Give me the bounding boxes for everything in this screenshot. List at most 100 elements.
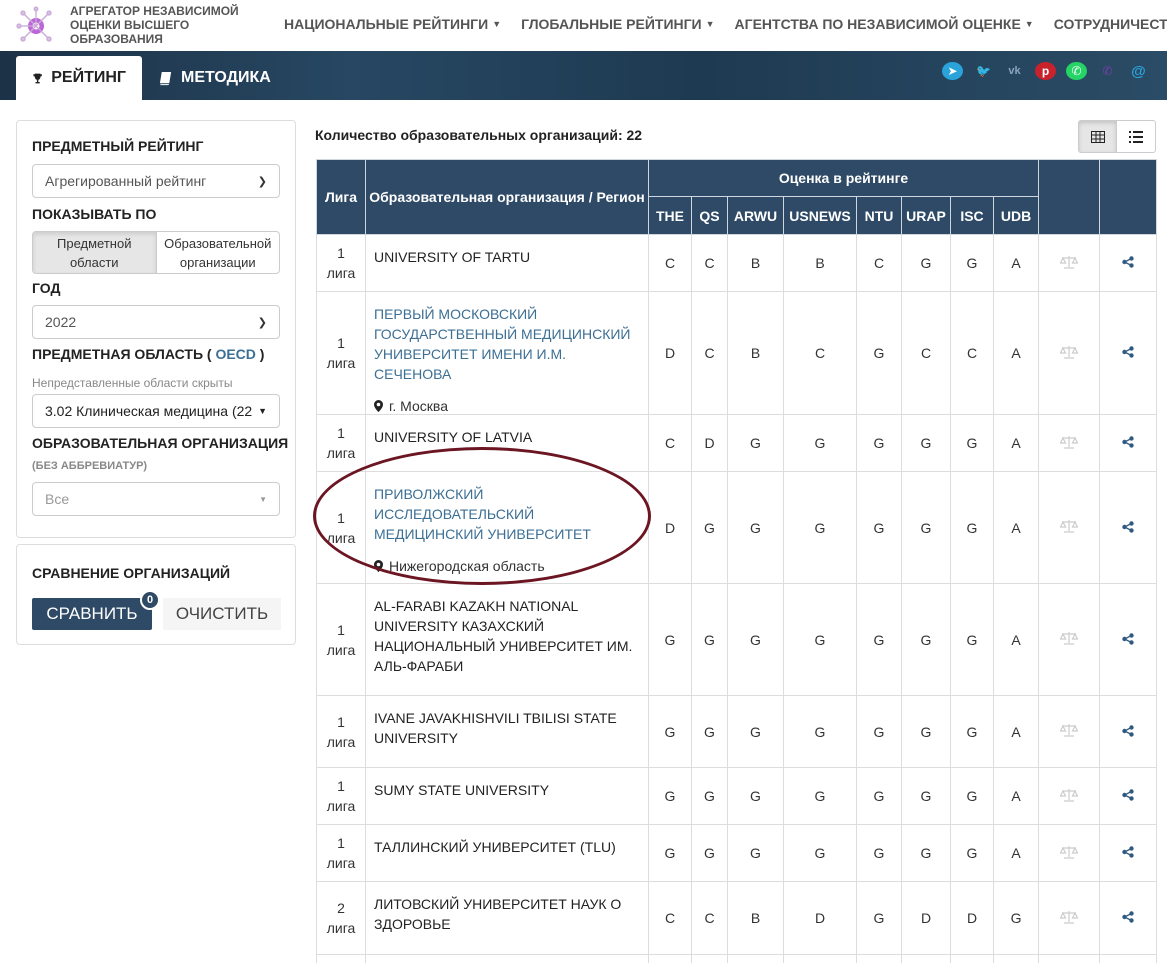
score-ntu: G — [856, 767, 902, 825]
balance-scale-icon[interactable] — [1059, 519, 1079, 533]
score-udb: A — [992, 695, 1040, 768]
balance-scale-icon[interactable] — [1059, 435, 1079, 449]
site-title[interactable]: Агрегатор независимой оценки высшего обр… — [70, 4, 250, 46]
score-isc: G — [950, 695, 994, 768]
share-cell[interactable] — [1099, 954, 1158, 963]
tab-rating[interactable]: РЕЙТИНГ — [16, 56, 142, 100]
compare-cell[interactable] — [1038, 767, 1101, 825]
region: Нижегородская область — [374, 558, 640, 574]
whatsapp-icon[interactable]: ✆ — [1066, 62, 1087, 80]
share-cell[interactable] — [1099, 583, 1158, 696]
share-icon[interactable] — [1122, 520, 1134, 533]
score-the: G — [648, 824, 692, 882]
pinterest-icon[interactable]: p — [1035, 62, 1056, 80]
header-urap[interactable]: URAP — [901, 196, 951, 235]
score-qs — [691, 954, 728, 963]
balance-scale-icon[interactable] — [1059, 910, 1079, 924]
share-icon[interactable] — [1122, 724, 1134, 737]
share-icon[interactable] — [1122, 256, 1134, 268]
score-usnews: C — [783, 291, 857, 415]
balance-scale-icon[interactable] — [1059, 723, 1079, 737]
share-cell[interactable] — [1099, 234, 1158, 292]
score-the: C — [648, 234, 692, 292]
share-icon[interactable] — [1122, 846, 1134, 858]
share-cell[interactable] — [1099, 471, 1158, 584]
organization-select[interactable]: Все ▼ — [32, 482, 280, 516]
compare-button[interactable]: СРАВНИТЬ — [32, 598, 152, 630]
logo-icon[interactable] — [14, 6, 54, 46]
compare-cell[interactable] — [1038, 881, 1101, 955]
subject-area-select[interactable]: 3.02 Клиническая медицина (22 ▼ — [32, 394, 280, 428]
show-by-subject-button[interactable]: Предметной области — [33, 232, 157, 273]
header-score: Оценка в рейтинге — [647, 159, 1040, 197]
header-isc[interactable]: ISC — [950, 196, 994, 235]
table-view-button[interactable] — [1078, 120, 1117, 153]
compare-cell[interactable] — [1038, 583, 1101, 696]
share-icon[interactable] — [1122, 346, 1134, 358]
clear-button[interactable]: ОЧИСТИТЬ — [163, 598, 281, 630]
balance-scale-icon[interactable] — [1059, 788, 1079, 802]
organization-name[interactable]: ПЕРВЫЙ МОСКОВСКИЙ ГОСУДАРСТВЕННЫЙ МЕДИЦИ… — [374, 304, 640, 384]
viber-icon[interactable]: ✆ — [1097, 62, 1118, 80]
organization-cell[interactable]: ПРИВОЛЖСКИЙ ИССЛЕДОВАТЕЛЬСКИЙ МЕДИЦИНСКИ… — [365, 471, 649, 584]
rating-table: Лига Образовательная организация / Регио… — [316, 159, 1158, 963]
nav-national-ratings[interactable]: НАЦИОНАЛЬНЫЕ РЕЙТИНГИ ▼ — [284, 16, 501, 32]
year-value: 2022 — [45, 314, 77, 330]
share-icon[interactable] — [1122, 436, 1134, 448]
header-udb[interactable]: UDB — [992, 196, 1040, 235]
compare-cell[interactable] — [1038, 291, 1101, 415]
score-udb: A — [992, 824, 1040, 882]
year-select[interactable]: 2022 ❯ — [32, 305, 280, 339]
score-udb: A — [992, 291, 1040, 415]
share-icon[interactable] — [1122, 911, 1134, 923]
compare-cell[interactable] — [1038, 234, 1101, 292]
show-by-organization-button[interactable]: Образовательной организации — [157, 232, 280, 273]
balance-scale-icon[interactable] — [1059, 345, 1079, 359]
score-the: C — [648, 881, 692, 955]
compare-cell[interactable] — [1038, 695, 1101, 768]
social-links: ➤ 🐦 vk p ✆ ✆ @ — [942, 62, 1149, 80]
share-cell[interactable] — [1099, 767, 1158, 825]
nav-global-ratings[interactable]: ГЛОБАЛЬНЫЕ РЕЙТИНГИ ▼ — [521, 16, 714, 32]
organization-cell[interactable]: МОСКОВСКИЙ ГОСУДАРСТВЕННЫЙ — [365, 954, 649, 963]
header-the[interactable]: THE — [648, 196, 692, 235]
email-icon[interactable]: @ — [1128, 62, 1149, 80]
share-cell[interactable] — [1099, 881, 1158, 955]
header-usnews[interactable]: USNEWS — [783, 196, 857, 235]
vk-icon[interactable]: vk — [1004, 62, 1025, 80]
header-qs[interactable]: QS — [691, 196, 728, 235]
compare-cell[interactable] — [1038, 414, 1101, 472]
score-arwu: B — [727, 234, 784, 292]
organization-cell[interactable]: ПЕРВЫЙ МОСКОВСКИЙ ГОСУДАРСТВЕННЫЙ МЕДИЦИ… — [365, 291, 649, 415]
nav-agencies[interactable]: АГЕНТСТВА ПО НЕЗАВИСИМОЙ ОЦЕНКЕ ▼ — [735, 16, 1034, 32]
show-by-label: ПОКАЗЫВАТЬ ПО — [32, 206, 157, 222]
banner: РЕЙТИНГ МЕТОДИКА ➤ 🐦 vk p ✆ ✆ @ — [0, 51, 1167, 100]
balance-scale-icon[interactable] — [1059, 255, 1079, 269]
list-view-button[interactable] — [1117, 120, 1156, 153]
subject-rating-select[interactable]: Агрегированный рейтинг ❯ — [32, 164, 280, 198]
share-cell[interactable] — [1099, 695, 1158, 768]
balance-scale-icon[interactable] — [1059, 845, 1079, 859]
header-organization[interactable]: Образовательная организация / Регион — [365, 159, 649, 235]
header-arwu[interactable]: ARWU — [727, 196, 784, 235]
compare-cell[interactable] — [1038, 471, 1101, 584]
organization-name[interactable]: ПРИВОЛЖСКИЙ ИССЛЕДОВАТЕЛЬСКИЙ МЕДИЦИНСКИ… — [374, 484, 640, 544]
share-cell[interactable] — [1099, 824, 1158, 882]
share-icon[interactable] — [1122, 632, 1134, 645]
oecd-link[interactable]: OECD — [215, 346, 255, 362]
score-arwu: G — [727, 767, 784, 825]
header-league[interactable]: Лига — [316, 159, 366, 235]
balance-scale-icon[interactable] — [1059, 631, 1079, 645]
share-icon[interactable] — [1122, 789, 1134, 801]
score-qs: G — [691, 471, 728, 584]
tab-methodology[interactable]: МЕТОДИКА — [142, 56, 287, 100]
share-cell[interactable] — [1099, 414, 1158, 472]
compare-cell[interactable] — [1038, 954, 1101, 963]
nav-cooperation[interactable]: СОТРУДНИЧЕСТВО — [1054, 16, 1167, 32]
telegram-icon[interactable]: ➤ — [942, 62, 963, 80]
header-ntu[interactable]: NTU — [856, 196, 902, 235]
compare-cell[interactable] — [1038, 824, 1101, 882]
share-cell[interactable] — [1099, 291, 1158, 415]
organization-name: IVANE JAVAKHISHVILI TBILISI STATE UNIVER… — [374, 710, 617, 746]
twitter-icon[interactable]: 🐦 — [973, 62, 994, 80]
